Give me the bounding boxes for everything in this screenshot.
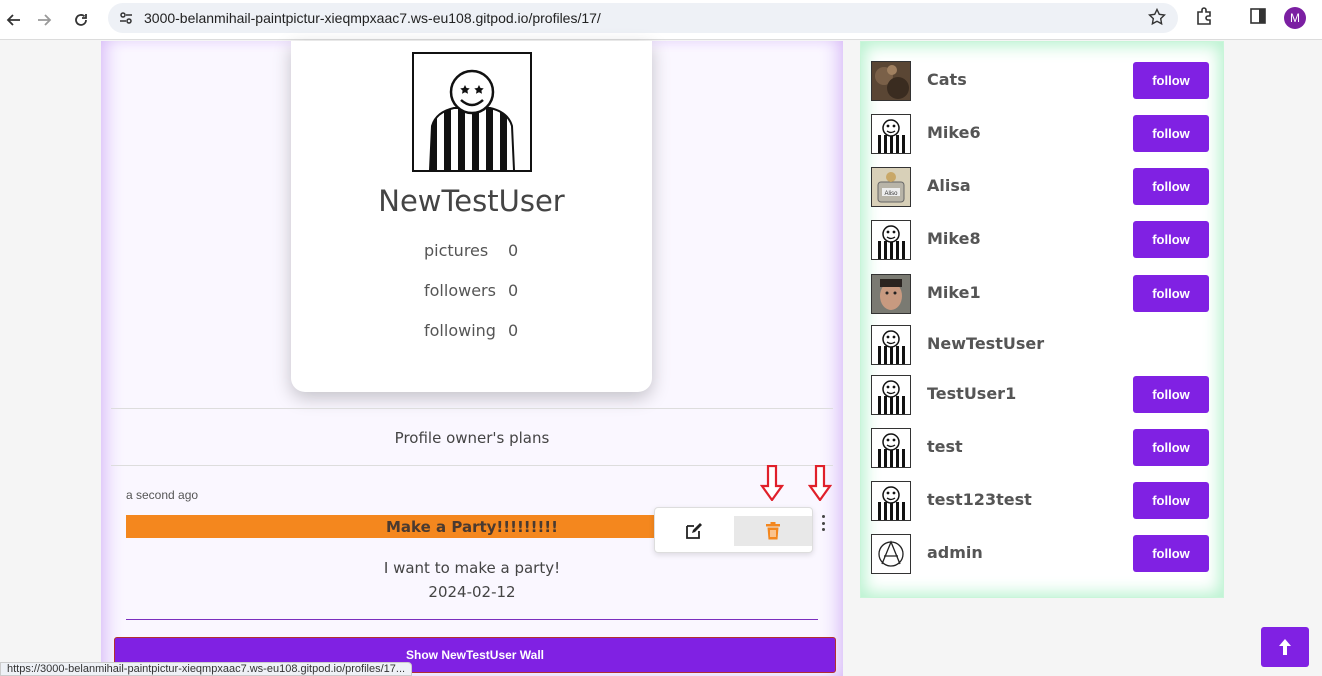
user-name[interactable]: admin — [927, 543, 983, 562]
annotation-arrow-icon — [759, 464, 785, 506]
user-row: NewTestUser — [871, 324, 1211, 366]
user-name[interactable]: Mike1 — [927, 283, 981, 302]
user-row: Mike1 follow — [871, 273, 1211, 315]
user-row: Mike6 follow — [871, 113, 1211, 155]
profile-card: NewTestUser pictures 0 followers 0 follo… — [291, 41, 652, 392]
stat-following: following 0 — [291, 321, 652, 345]
plan-date: 2024-02-12 — [428, 583, 516, 601]
user-row: Mike8 follow — [871, 219, 1211, 261]
divider — [111, 408, 833, 409]
user-name[interactable]: Mike6 — [927, 123, 981, 142]
user-avatar[interactable]: Aliso — [871, 167, 911, 207]
user-name[interactable]: Mike8 — [927, 229, 981, 248]
stat-value: 0 — [508, 321, 519, 340]
follow-button[interactable]: follow — [1133, 168, 1209, 205]
link-status-bar: https://3000-belanmihail-paintpictur-xie… — [0, 662, 413, 676]
follow-button[interactable]: follow — [1133, 535, 1209, 572]
user-name[interactable]: Cats — [927, 70, 967, 89]
plan-timestamp: a second ago — [126, 488, 199, 502]
extensions-icon[interactable] — [1194, 6, 1214, 31]
plans-section-title: Profile owner's plans — [394, 429, 550, 447]
user-avatar[interactable] — [871, 534, 911, 574]
user-row: admin follow — [871, 533, 1211, 575]
forward-arrow-icon[interactable] — [30, 6, 58, 34]
reload-icon[interactable] — [67, 6, 95, 34]
scroll-to-top-button[interactable] — [1261, 627, 1309, 667]
side-panel-icon[interactable] — [1248, 6, 1268, 31]
user-avatar[interactable] — [871, 274, 911, 314]
user-avatar[interactable] — [871, 220, 911, 260]
follow-button[interactable]: follow — [1133, 115, 1209, 152]
user-row: Cats follow — [871, 60, 1211, 102]
site-settings-icon[interactable] — [118, 10, 134, 31]
user-row: test follow — [871, 427, 1211, 469]
plan-divider — [126, 619, 818, 620]
svg-text:Aliso: Aliso — [884, 191, 898, 197]
delete-plan-button[interactable] — [734, 516, 812, 546]
address-bar[interactable]: 3000-belanmihail-paintpictur-xieqmpxaac7… — [108, 3, 1178, 33]
user-avatar[interactable] — [871, 428, 911, 468]
bookmark-star-icon[interactable] — [1147, 7, 1167, 31]
follow-button[interactable]: follow — [1133, 482, 1209, 519]
browser-profile-avatar[interactable]: M — [1284, 7, 1306, 29]
back-arrow-icon[interactable] — [0, 6, 28, 34]
profile-avatar — [412, 52, 532, 172]
follow-button[interactable]: follow — [1133, 62, 1209, 99]
follow-button[interactable]: follow — [1133, 376, 1209, 413]
stat-pictures: pictures 0 — [291, 241, 652, 265]
user-avatar[interactable] — [871, 325, 911, 365]
users-list-panel: Cats follow Mike6 follow Aliso Alisa follow Mik… — [860, 41, 1224, 598]
stat-followers: followers 0 — [291, 281, 652, 305]
stat-value: 0 — [508, 281, 519, 300]
user-name[interactable]: TestUser1 — [927, 384, 1016, 403]
edit-plan-button[interactable] — [655, 516, 733, 546]
arrow-up-icon — [1279, 639, 1291, 655]
edit-icon — [686, 523, 702, 539]
plan-actions-dropdown — [654, 507, 813, 553]
user-name[interactable]: Alisa — [927, 176, 971, 195]
user-avatar[interactable] — [871, 481, 911, 521]
user-avatar[interactable] — [871, 375, 911, 415]
user-name[interactable]: NewTestUser — [927, 334, 1044, 353]
user-avatar[interactable] — [871, 114, 911, 154]
user-name[interactable]: test123test — [927, 490, 1032, 509]
follow-button[interactable]: follow — [1133, 429, 1209, 466]
user-row: test123test follow — [871, 480, 1211, 522]
user-row: Aliso Alisa follow — [871, 166, 1211, 208]
profile-main-column: NewTestUser pictures 0 followers 0 follo… — [101, 41, 843, 676]
plan-description: I want to make a party! — [383, 559, 561, 577]
user-avatar[interactable] — [871, 61, 911, 101]
divider — [111, 465, 833, 466]
browser-toolbar: 3000-belanmihail-paintpictur-xieqmpxaac7… — [0, 0, 1322, 40]
stat-value: 0 — [508, 241, 519, 260]
more-options-icon[interactable] — [818, 515, 828, 531]
profile-name: NewTestUser — [378, 184, 565, 218]
user-name[interactable]: test — [927, 437, 963, 456]
annotation-arrow-icon — [807, 464, 833, 506]
trash-icon — [766, 522, 780, 540]
url-text: 3000-belanmihail-paintpictur-xieqmpxaac7… — [144, 10, 601, 26]
follow-button[interactable]: follow — [1133, 221, 1209, 258]
follow-button[interactable]: follow — [1133, 275, 1209, 312]
user-row: TestUser1 follow — [871, 374, 1211, 416]
